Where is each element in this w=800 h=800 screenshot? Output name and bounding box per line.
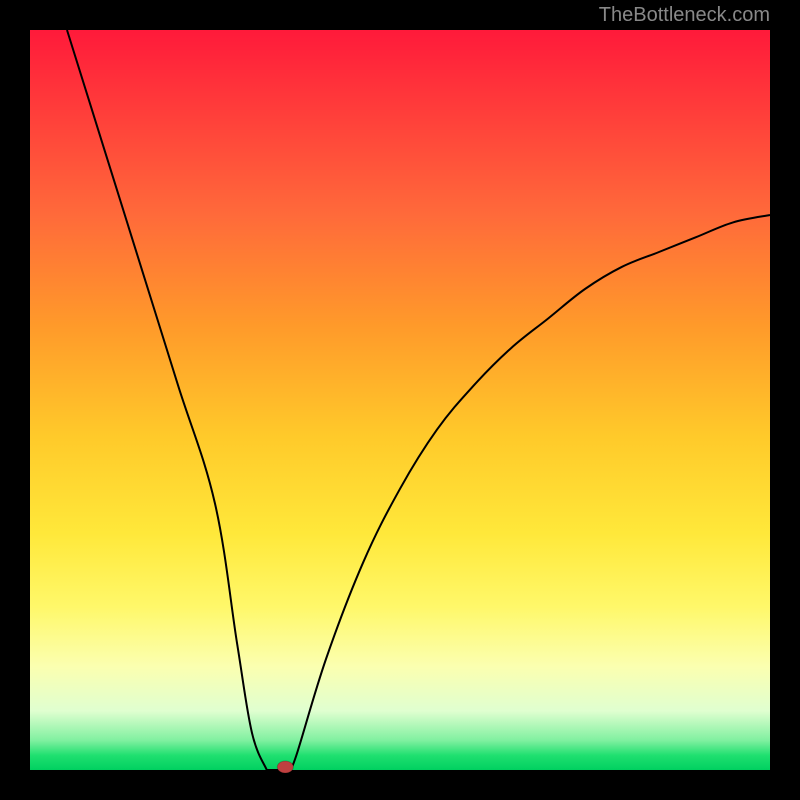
optimum-marker: [277, 761, 293, 773]
chart-svg: [30, 30, 770, 770]
bottleneck-curve-line: [67, 30, 770, 770]
bottleneck-chart: [30, 30, 770, 770]
branding-text: TheBottleneck.com: [599, 4, 770, 27]
